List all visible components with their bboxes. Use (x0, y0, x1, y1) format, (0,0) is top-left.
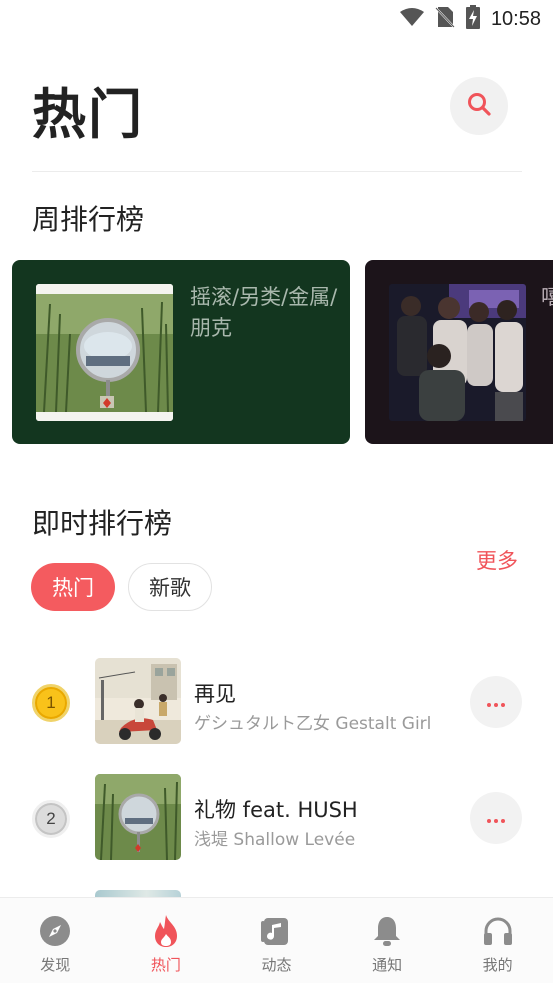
more-options-button[interactable] (470, 792, 522, 844)
bottom-tab-bar: 发现 热门 动态 通知 我的 (0, 897, 553, 983)
album-cover (95, 774, 181, 860)
tab-hot[interactable]: 热门 (111, 898, 222, 983)
tab-profile[interactable]: 我的 (442, 898, 553, 983)
weekly-chart-carousel[interactable]: 摇滚/另类/金属/朋克 嘻哈/说唱/电子 (12, 260, 553, 445)
tab-label: 发现 (40, 956, 71, 974)
headphones-icon (481, 914, 515, 948)
search-button[interactable] (450, 77, 508, 135)
song-row[interactable]: 1 再见 ゲシュタルト乙女 Gestalt Girl (0, 658, 553, 748)
album-cover (389, 284, 526, 421)
more-dots-icon (486, 693, 506, 712)
song-title: 礼物 feat. HUSH (194, 798, 358, 822)
weekly-card-rock[interactable]: 摇滚/另类/金属/朋克 (12, 260, 350, 444)
more-dots-icon (486, 809, 506, 828)
more-link[interactable]: 更多 (476, 545, 518, 575)
tab-label: 热门 (150, 956, 181, 974)
more-options-button[interactable] (470, 676, 522, 728)
header-divider (32, 171, 522, 172)
weekly-chart-title: 周排行榜 (32, 203, 145, 236)
weekly-card-hiphop[interactable]: 嘻哈/说唱/电子 (365, 260, 553, 444)
song-artist: 浅堤 Shallow Levée (194, 830, 356, 850)
tab-label: 动态 (261, 956, 292, 974)
filter-chip-new[interactable]: 新歌 (128, 563, 212, 611)
page-title: 热门 (32, 83, 144, 146)
compass-icon (38, 914, 72, 948)
tab-notifications[interactable]: 通知 (332, 898, 443, 983)
tab-discover[interactable]: 发现 (0, 898, 111, 983)
tab-feed[interactable]: 动态 (221, 898, 332, 983)
realtime-chart-title: 即时排行榜 (32, 507, 173, 540)
song-artist: ゲシュタルト乙女 Gestalt Girl (194, 714, 432, 734)
filter-chip-hot[interactable]: 热门 (31, 563, 115, 611)
music-note-icon (259, 914, 293, 948)
song-row[interactable]: 2 礼物 feat. HUSH 浅堤 Shallow Levée (0, 774, 553, 864)
no-sim-icon (435, 6, 455, 32)
weekly-card-label: 摇滚/另类/金属/朋克 (190, 285, 338, 340)
rank-badge-silver: 2 (32, 800, 70, 838)
album-cover (95, 658, 181, 744)
wifi-icon (399, 7, 425, 31)
tab-label: 通知 (372, 956, 403, 974)
status-bar: 10:58 (0, 0, 553, 38)
song-title: 再见 (194, 682, 236, 706)
flame-icon (149, 914, 183, 948)
weekly-card-label: 嘻哈/说唱/电子 (541, 285, 553, 309)
status-time: 10:58 (490, 7, 541, 30)
bell-icon (370, 914, 404, 948)
album-cover (36, 284, 173, 421)
tab-label: 我的 (482, 956, 513, 974)
rank-badge-gold: 1 (32, 684, 70, 722)
search-icon (466, 91, 492, 121)
battery-charging-icon (465, 5, 481, 33)
